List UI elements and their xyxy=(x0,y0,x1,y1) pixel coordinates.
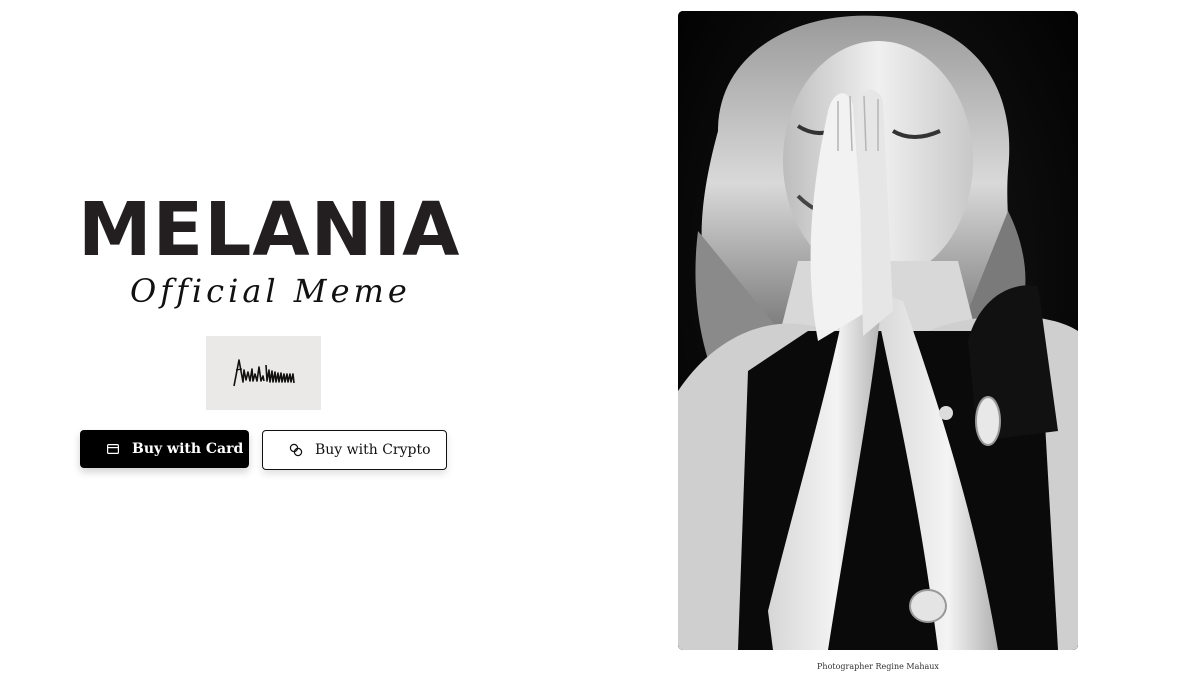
brand-subtitle: Official Meme xyxy=(130,272,411,310)
credit-card-icon xyxy=(106,442,120,456)
buy-with-crypto-button[interactable]: Buy with Crypto xyxy=(262,430,447,470)
portrait-photo xyxy=(678,11,1078,650)
buy-with-crypto-label: Buy with Crypto xyxy=(315,442,431,458)
coins-icon xyxy=(289,443,303,457)
brand-title: MELANIA xyxy=(78,187,461,273)
buy-with-card-button[interactable]: Buy with Card xyxy=(80,430,249,468)
signature-image xyxy=(206,336,321,410)
photo-credit: Photographer Regine Mahaux xyxy=(817,662,939,671)
buy-with-card-label: Buy with Card xyxy=(132,441,244,457)
